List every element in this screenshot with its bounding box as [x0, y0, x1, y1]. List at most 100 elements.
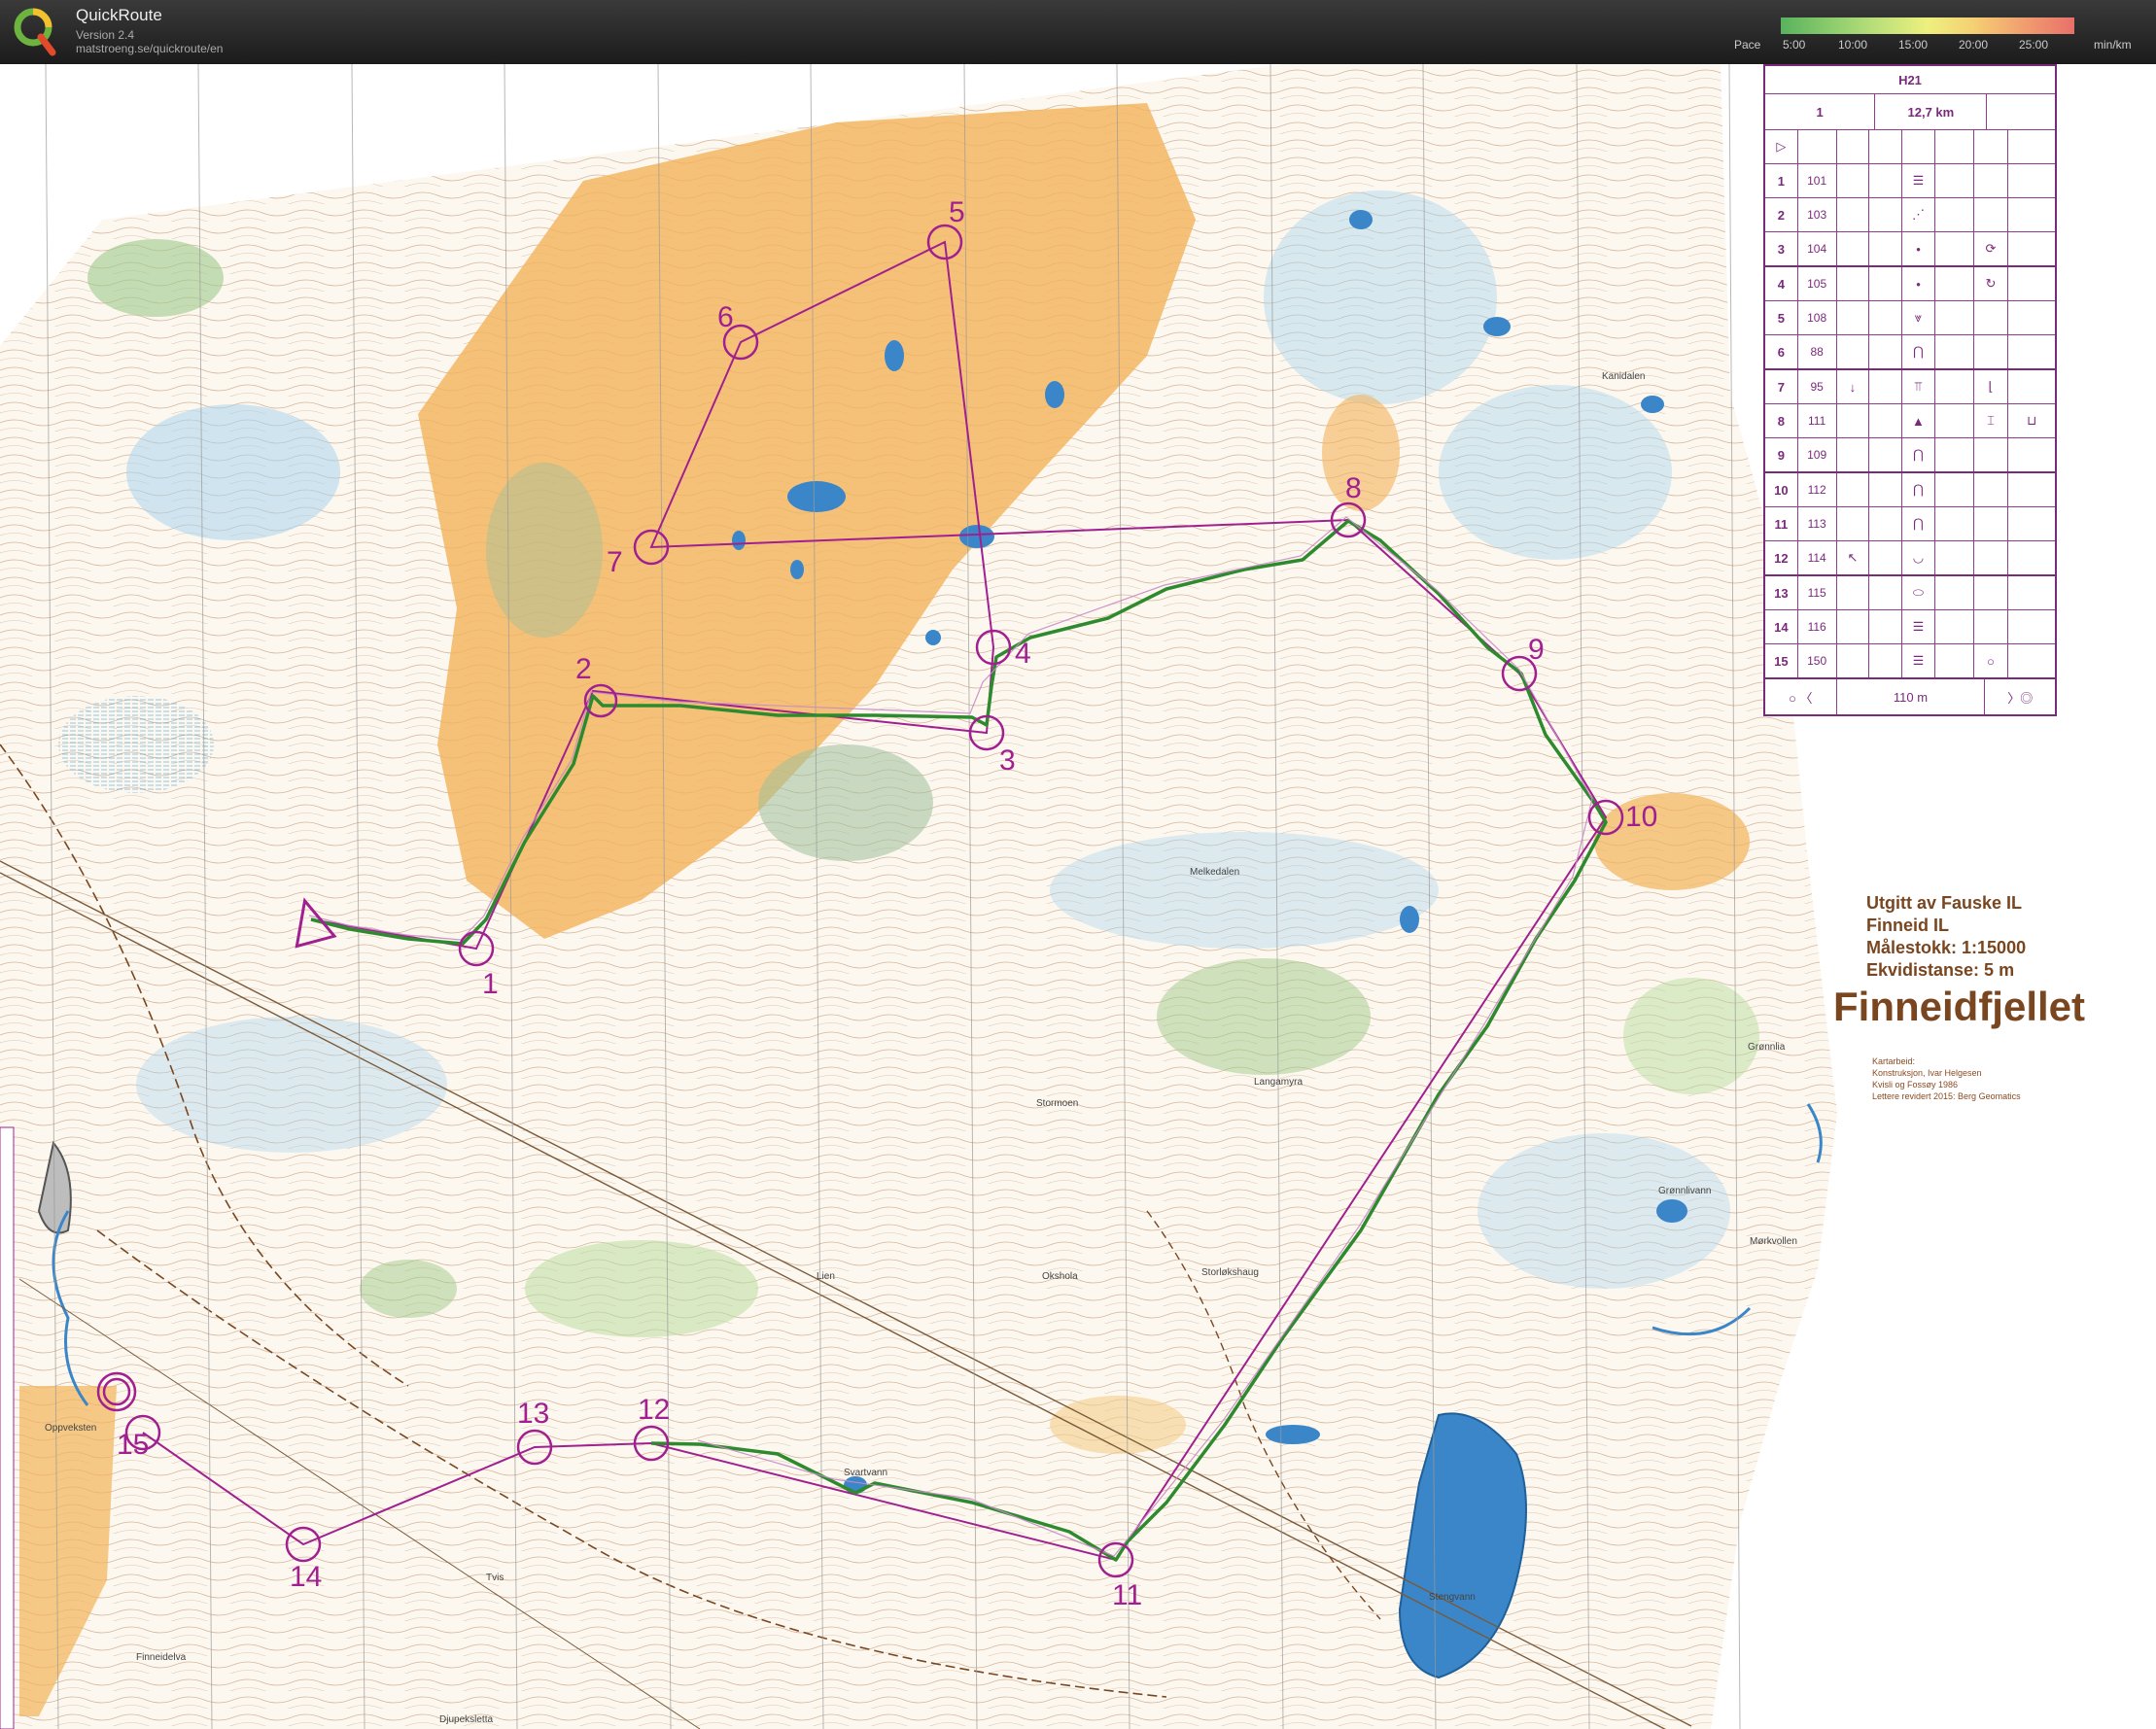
control-feature-icon: • — [1902, 267, 1935, 300]
control-row-direction — [1837, 301, 1870, 334]
place-name: Tvis — [486, 1573, 504, 1583]
control-row-dimension — [1935, 232, 1974, 265]
control-row-feature — [1869, 335, 1903, 368]
app-title: QuickRoute — [76, 6, 162, 24]
control-number: 8 — [1345, 472, 1362, 504]
control-extra2-icon — [2008, 267, 2055, 300]
credit-line: Kvisli og Fossøy 1986 — [1872, 1080, 1959, 1089]
finish-distance: 110 m — [1837, 679, 1986, 714]
place-name: Langamyra — [1254, 1077, 1303, 1088]
control-row-number: 2 — [1765, 198, 1798, 231]
control-extra-icon — [1974, 164, 2009, 197]
control-row-dimension — [1935, 267, 1974, 300]
control-extra-icon — [1974, 473, 2009, 506]
control-feature-icon: ⋂ — [1902, 438, 1935, 471]
control-row-code: 109 — [1798, 438, 1837, 471]
control-number: 11 — [1112, 1579, 1142, 1611]
control-extra-icon: ⌊ — [1974, 370, 2009, 403]
control-feature-icon: ▲ — [1902, 404, 1935, 437]
control-extra2-icon — [2008, 164, 2055, 197]
control-row: 2 103 ⋰ — [1765, 198, 2055, 232]
control-row-dimension — [1935, 404, 1974, 437]
place-name: Melkedalen — [1190, 867, 1239, 878]
control-row-code: 104 — [1798, 232, 1837, 265]
control-row-code: 88 — [1798, 335, 1837, 368]
control-row: 10 112 ⋂ — [1765, 473, 2055, 507]
control-extra-icon — [1974, 610, 2009, 643]
control-row-number: 13 — [1765, 576, 1798, 609]
contour-interval: Ekvidistanse: 5 m — [1866, 960, 2015, 980]
place-name: Djupeksletta — [439, 1714, 493, 1725]
control-row-direction: ↖ — [1837, 541, 1870, 574]
place-name: Okshola — [1042, 1271, 1078, 1282]
control-row-number: 7 — [1765, 370, 1798, 403]
control-feature-icon: ◡ — [1902, 541, 1935, 574]
control-row-direction — [1837, 610, 1870, 643]
control-row-dimension — [1935, 541, 1974, 574]
control-row-dimension — [1935, 164, 1974, 197]
control-feature-icon: ☰ — [1902, 644, 1935, 677]
control-feature-icon: ⋂ — [1902, 507, 1935, 540]
control-extra2-icon — [2008, 198, 2055, 231]
control-row-direction — [1837, 404, 1870, 437]
control-row: 1 101 ☰ — [1765, 164, 2055, 198]
place-name: Grønnlia — [1748, 1042, 1786, 1053]
control-row-dimension — [1935, 438, 1974, 471]
course-class: H21 — [1898, 72, 1922, 87]
control-row-dimension — [1935, 335, 1974, 368]
place-name: Svartvann — [844, 1468, 887, 1478]
control-extra-icon — [1974, 438, 2009, 471]
control-number: 9 — [1528, 634, 1545, 666]
control-number: 6 — [717, 301, 734, 333]
pace-color-scale — [1781, 17, 2074, 34]
control-row-direction — [1837, 164, 1870, 197]
control-row-feature — [1869, 576, 1903, 609]
control-row-code: 115 — [1798, 576, 1837, 609]
control-number: 5 — [949, 196, 965, 228]
control-extra-icon: ○ — [1974, 644, 2009, 677]
control-extra-icon: ↻ — [1974, 267, 2009, 300]
control-row-direction — [1837, 267, 1870, 300]
control-extra-icon: ⟳ — [1974, 232, 2009, 265]
control-row-code: 150 — [1798, 644, 1837, 677]
control-row-dimension — [1935, 576, 1974, 609]
control-row-feature — [1869, 404, 1903, 437]
control-row-number: 9 — [1765, 438, 1798, 471]
control-feature-icon: ⋂ — [1902, 335, 1935, 368]
publisher-line: Utgitt av Fauske IL — [1866, 893, 2023, 913]
control-feature-icon: ☰ — [1902, 610, 1935, 643]
control-row-dimension — [1935, 507, 1974, 540]
control-extra-icon — [1974, 301, 2009, 334]
finish-start-icon: ○ 〈 — [1765, 679, 1837, 714]
control-row-number: 12 — [1765, 541, 1798, 574]
start-triangle-icon: ▷ — [1765, 130, 1798, 163]
control-row-direction — [1837, 644, 1870, 677]
control-extra-icon — [1974, 576, 2009, 609]
control-row-number: 10 — [1765, 473, 1798, 506]
control-number: 2 — [575, 653, 592, 685]
control-feature-icon: ⋂ — [1902, 473, 1935, 506]
control-row-number: 15 — [1765, 644, 1798, 677]
control-row-number: 3 — [1765, 232, 1798, 265]
pace-tick: 20:00 — [1959, 38, 1989, 52]
control-number: 13 — [517, 1398, 549, 1430]
control-row-direction — [1837, 438, 1870, 471]
quickroute-logo-icon — [14, 8, 56, 56]
control-extra2-icon — [2008, 473, 2055, 506]
place-name: Kanidalen — [1602, 371, 1645, 382]
control-extra2-icon — [2008, 610, 2055, 643]
control-number: 3 — [999, 744, 1016, 777]
control-number: 4 — [1015, 638, 1031, 670]
course-number: 1 — [1765, 94, 1876, 129]
control-row: 3 104 • ⟳ — [1765, 232, 2055, 267]
control-row-code: 113 — [1798, 507, 1837, 540]
place-name: Stormoen — [1036, 1098, 1078, 1109]
place-name: Finneidelva — [136, 1652, 187, 1663]
course-info-row: 1 12,7 km — [1765, 94, 2055, 130]
control-extra2-icon: ⊔ — [2027, 413, 2037, 428]
control-row-code: 111 — [1798, 404, 1837, 437]
control-row-code: 108 — [1798, 301, 1837, 334]
control-row-dimension — [1935, 301, 1974, 334]
control-row-direction: ↓ — [1837, 370, 1870, 403]
control-row-feature — [1869, 198, 1903, 231]
